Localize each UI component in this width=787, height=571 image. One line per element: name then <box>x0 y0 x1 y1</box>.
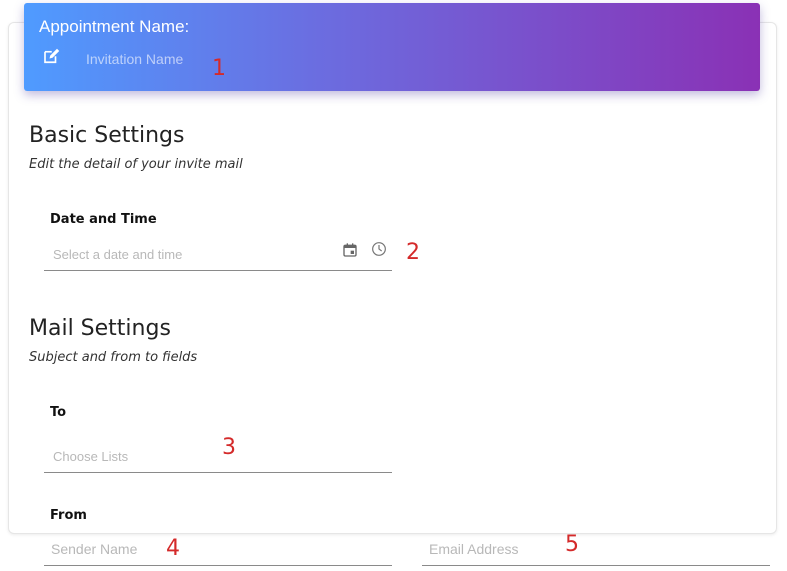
mail-settings-title: Mail Settings <box>29 316 171 341</box>
annotation-2: 2 <box>406 240 420 265</box>
appointment-header: Appointment Name: <box>24 3 760 91</box>
page: Appointment Name: 1 Basic Settings Edit … <box>0 0 787 571</box>
date-time-input[interactable] <box>44 238 392 270</box>
email-address-field <box>422 533 770 566</box>
basic-settings-subtitle: Edit the detail of your invite mail <box>29 157 243 172</box>
choose-lists-input[interactable] <box>44 440 392 472</box>
annotation-1: 1 <box>212 56 226 81</box>
clock-icon[interactable] <box>371 241 387 257</box>
from-label: From <box>50 508 87 523</box>
sender-name-field <box>44 533 392 566</box>
sender-name-input[interactable] <box>44 533 392 565</box>
mail-settings-subtitle: Subject and from to fields <box>29 350 198 365</box>
date-time-label: Date and Time <box>50 212 157 227</box>
edit-icon[interactable] <box>42 48 60 66</box>
calendar-icon[interactable] <box>342 242 358 258</box>
date-time-field <box>44 238 392 271</box>
annotation-4: 4 <box>166 536 180 561</box>
to-field <box>44 440 392 473</box>
basic-settings-title: Basic Settings <box>29 123 185 148</box>
annotation-5: 5 <box>565 532 579 557</box>
appointment-title: Appointment Name: <box>39 17 190 36</box>
invitation-name-input[interactable] <box>80 47 392 71</box>
annotation-3: 3 <box>222 435 236 460</box>
email-address-input[interactable] <box>422 533 770 565</box>
to-label: To <box>50 405 67 420</box>
